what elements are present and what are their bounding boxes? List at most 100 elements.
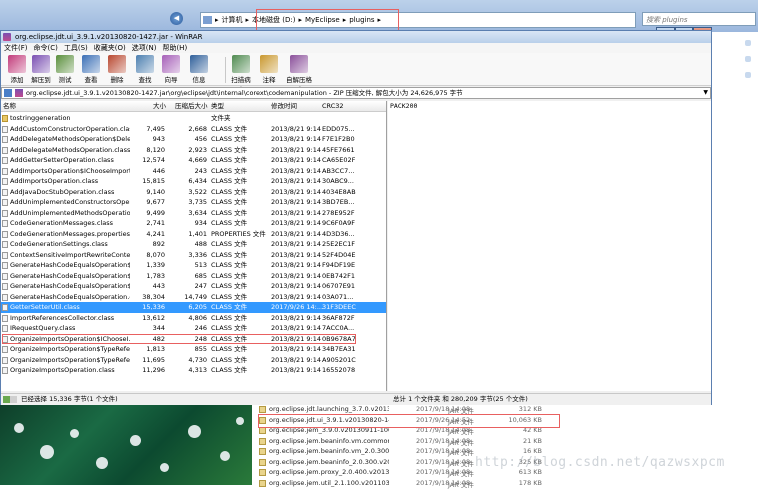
table-row[interactable]: IRequestQuery.class 344 246 CLASS 文件 2013/8/…: [1, 323, 386, 334]
cell-name: GenerateHashCodeEqualsOperation$1...: [10, 282, 130, 290]
col-packed[interactable]: 压缩后大小: [175, 101, 208, 111]
cell-name: OrganizeImportsOperation$TypeRefer...: [10, 345, 130, 353]
file-name: org.eclipse.jem.beaninfo.vm.common...: [269, 436, 389, 445]
cell-name: CodeGenerationMessages.class: [10, 219, 113, 227]
cell-crc: CA65E02F: [322, 156, 356, 164]
table-row[interactable]: AddUnimplementedConstructorsOper... 9,677…: [1, 197, 386, 208]
col-modified[interactable]: 修改时间: [271, 101, 297, 111]
table-row[interactable]: GetterSetterUtil.class 15,336 6,205 CLASS 文…: [1, 302, 386, 313]
toolbar-button-2[interactable]: 测试: [53, 55, 77, 84]
list-item[interactable]: org.eclipse.jem.beaninfo.vm.common... 201…: [258, 437, 742, 447]
table-row[interactable]: AddDelegateMethodsOperation.class 8,120 2,…: [1, 145, 386, 156]
list-item[interactable]: org.eclipse.jem.util_2.1.100.v201103... 2…: [258, 479, 742, 489]
table-row[interactable]: GenerateHashCodeEqualsOperation$1... 443 2…: [1, 281, 386, 292]
file-icon: [2, 272, 8, 280]
toolbar-button-5[interactable]: 查找: [133, 55, 157, 84]
table-row[interactable]: GenerateHashCodeEqualsOperation.cl... 38,…: [1, 292, 386, 303]
table-row[interactable]: OrganizeImportsOperation$TypeRefer... 1,8…: [1, 344, 386, 355]
file-icon: [2, 251, 8, 259]
toolbar-button-7[interactable]: 信息: [187, 55, 211, 84]
file-icon: [2, 346, 8, 353]
table-row[interactable]: AddImportsOperation.class 15,815 6,434 CLAS…: [1, 176, 386, 187]
table-row[interactable]: OrganizeImportsOperation$TypeRefer... 11,…: [1, 355, 386, 366]
cell-packed: 3,735: [188, 198, 207, 206]
table-row[interactable]: CodeGenerationMessages.properties 4,241 1,…: [1, 229, 386, 240]
col-type[interactable]: 类型: [211, 101, 224, 111]
col-name[interactable]: 名称: [3, 101, 16, 111]
cell-type: CLASS 文件: [211, 198, 248, 206]
cell-packed: 2,668: [188, 124, 207, 133]
cell-size: 15,815: [142, 177, 165, 185]
menu-file[interactable]: 文件(F): [1, 43, 31, 53]
cell-type: CLASS 文件: [211, 156, 248, 164]
path-bar[interactable]: org.eclipse.jdt.ui_3.9.1.v20130820-1427.…: [1, 87, 711, 99]
status-total: 总计 1 个文件夹 和 280,209 字节(25 个文件): [393, 395, 528, 403]
toolbar-button-3[interactable]: 查看: [79, 55, 103, 84]
cell-type: CLASS 文件: [211, 303, 248, 311]
cell-type: CLASS 文件: [211, 145, 248, 154]
toolbar-button-1[interactable]: 解压到: [29, 55, 53, 84]
file-icon: [2, 188, 8, 196]
table-row[interactable]: AddJavaDocStubOperation.class 9,140 3,522 C…: [1, 187, 386, 198]
toolbar-button-4[interactable]: 删除: [105, 55, 129, 84]
table-row[interactable]: CodeGenerationSettings.class 892 488 CLASS …: [1, 239, 386, 250]
cell-size: 943: [152, 135, 165, 143]
table-row[interactable]: ImportReferencesCollector.class 13,612 4,8…: [1, 313, 386, 324]
menu-commands[interactable]: 命令(C): [31, 43, 61, 53]
cell-size: 11,695: [142, 355, 165, 364]
cell-type: CLASS 文件: [211, 261, 248, 269]
toolbar-icon-6: [162, 55, 180, 73]
cell-name: OrganizeImportsOperation$TypeRefer...: [10, 355, 130, 364]
comment-pane: PACK200: [388, 101, 711, 391]
archive-icon: [15, 89, 23, 97]
toolbar: 添加解压到测试查看删除查找向导信息扫描病毒注释自解压格式: [1, 53, 711, 94]
path-text: org.eclipse.jdt.ui_3.9.1.v20130820-1427.…: [26, 89, 463, 97]
toolbar-icon-3: [82, 55, 100, 73]
table-row[interactable]: ContextSensitiveImportRewriteContext... 8…: [1, 250, 386, 261]
table-row[interactable]: AddUnimplementedMethodsOperatio... 9,499 3…: [1, 208, 386, 219]
menu-favorites[interactable]: 收藏夹(O): [91, 43, 129, 53]
cell-size: 2,741: [146, 219, 165, 227]
table-row[interactable]: tostringgeneration 文件夹: [1, 113, 386, 124]
cell-type: CLASS 文件: [211, 292, 248, 301]
cell-crc: 34B7EA31: [322, 345, 356, 353]
menu-options[interactable]: 选项(N): [129, 43, 160, 53]
toolbar-label: 查找: [138, 76, 152, 84]
table-row[interactable]: AddCustomConstructorOperation.class 7,495…: [1, 124, 386, 135]
cell-name: AddUnimplementedMethodsOperatio...: [10, 208, 130, 217]
table-row[interactable]: OrganizeImportsOperation.class 11,296 4,31…: [1, 365, 386, 376]
col-crc[interactable]: CRC32: [322, 101, 344, 111]
toolbar-label: 向导: [164, 76, 178, 84]
cell-type: CLASS 文件: [211, 366, 248, 374]
jar-file-icon: [259, 406, 266, 413]
cell-type: CLASS 文件: [211, 208, 248, 217]
menu-help[interactable]: 帮助(H): [159, 43, 190, 53]
back-arrow-icon[interactable]: ◀: [170, 12, 183, 25]
table-row[interactable]: AddImportsOperation$IChooseImport... 446 2…: [1, 166, 386, 177]
toolbar-icon-7: [190, 55, 208, 73]
cell-packed: 513: [194, 261, 207, 269]
up-folder-icon[interactable]: [4, 89, 12, 97]
toolbar-label: 删除: [110, 76, 124, 84]
cell-size: 8,120: [146, 145, 165, 154]
table-row[interactable]: AddGetterSetterOperation.class 12,574 4,66…: [1, 155, 386, 166]
dropdown-arrow-icon[interactable]: ▼: [703, 88, 708, 98]
table-row[interactable]: CodeGenerationMessages.class 2,741 934 CLAS…: [1, 218, 386, 229]
cell-type: CLASS 文件: [211, 355, 248, 364]
toolbar-button-6[interactable]: 向导: [159, 55, 183, 84]
col-size[interactable]: 大小: [153, 101, 166, 111]
cell-modified: 2013/8/21 9:14: [271, 177, 321, 185]
table-row[interactable]: GenerateHashCodeEqualsOperation$1... 1,33…: [1, 260, 386, 271]
breadcrumb-computer[interactable]: 计算机: [222, 15, 243, 25]
menu-tools[interactable]: 工具(S): [61, 43, 91, 53]
cell-crc: 31F3DEEC: [322, 303, 356, 311]
toolbar-button-0[interactable]: 添加: [5, 55, 29, 84]
cell-type: CLASS 文件: [211, 166, 248, 175]
toolbar-button-9[interactable]: 注释: [257, 55, 281, 84]
cell-crc: 16552078: [322, 366, 356, 374]
table-row[interactable]: AddDelegateMethodsOperation$Dele... 943 45…: [1, 134, 386, 145]
explorer-search-input[interactable]: 搜索 plugins: [642, 12, 756, 26]
cell-size: 7,495: [146, 124, 165, 133]
table-row[interactable]: GenerateHashCodeEqualsOperation$2... 1,78…: [1, 271, 386, 282]
cell-crc: 0EB742F1: [322, 271, 355, 280]
